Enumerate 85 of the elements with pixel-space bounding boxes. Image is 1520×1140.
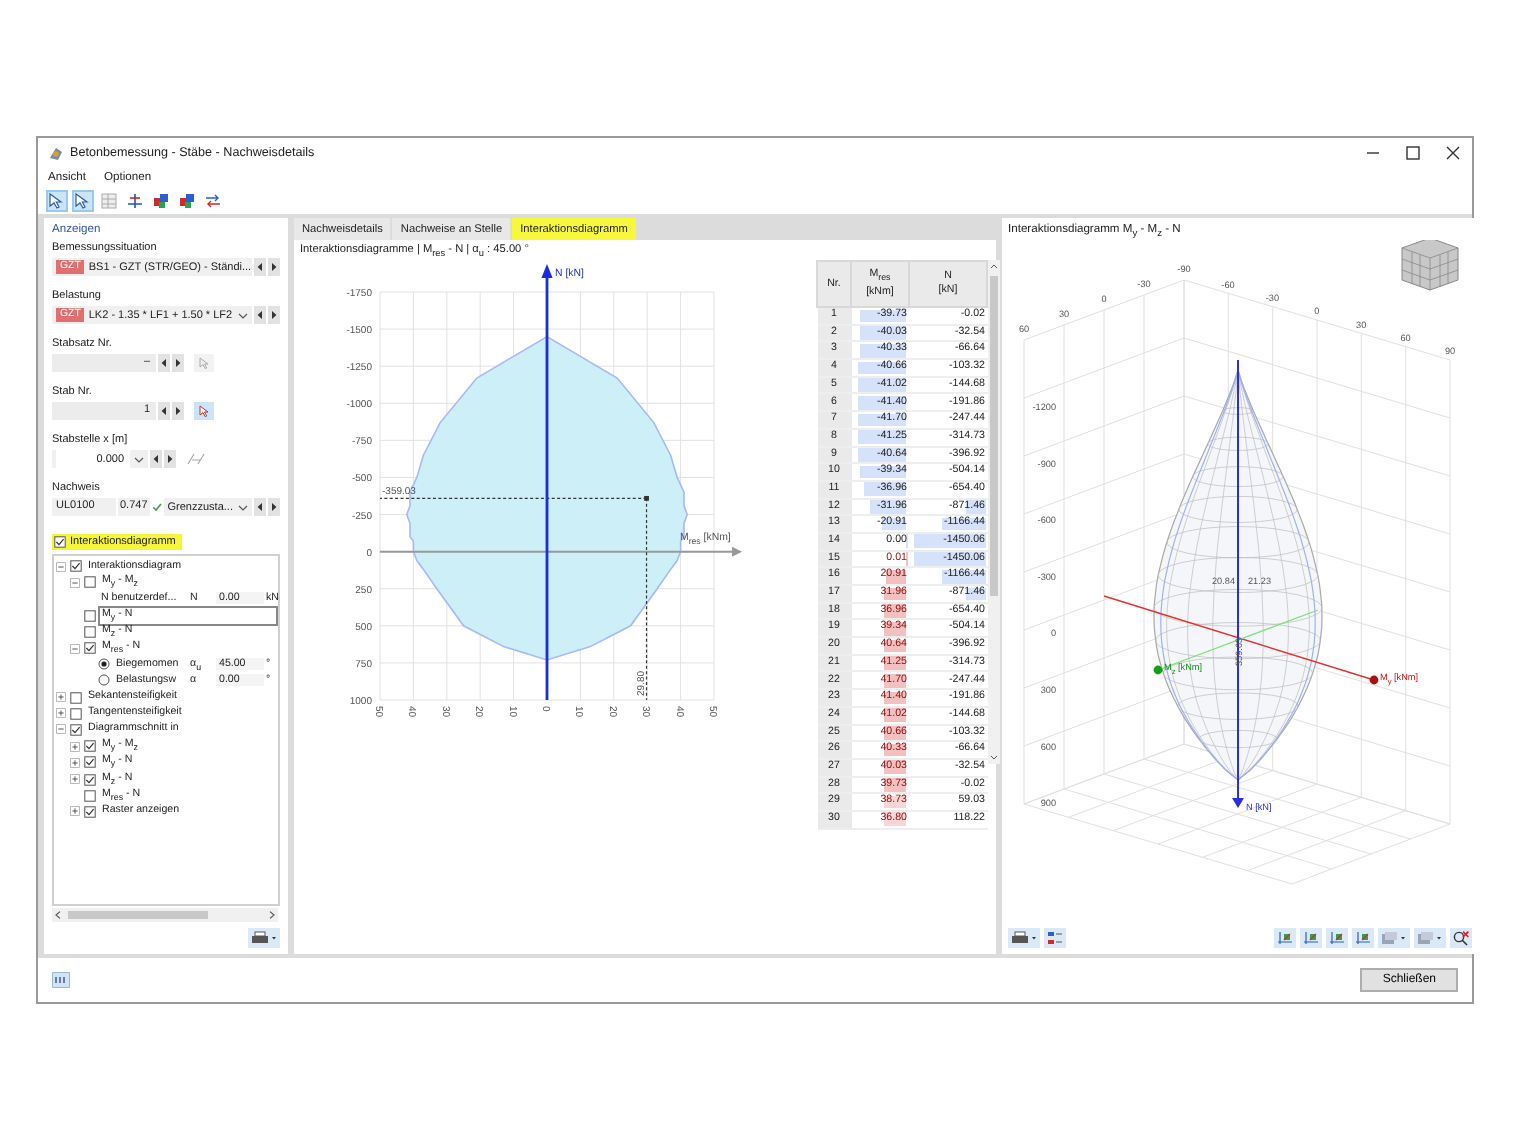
printer-icon [1010,930,1038,946]
checkbox[interactable] [54,536,66,548]
toolbar-button[interactable] [202,189,224,211]
toolbar-button[interactable] [1450,928,1472,948]
expand-icon[interactable] [56,708,66,719]
toolbar-button[interactable] [150,189,172,211]
checkbox[interactable] [69,560,81,573]
layers-icon [1380,930,1408,946]
print-button[interactable] [1008,928,1040,948]
triangle-left-icon [256,262,264,272]
triangle-right-icon [270,310,278,320]
chevron-down-icon [238,503,248,511]
previous-button[interactable] [158,354,170,372]
triangle-left-icon [256,310,264,320]
view-cube-icon[interactable] [1401,240,1459,291]
next-button[interactable] [172,402,184,420]
close-icon[interactable] [1444,144,1462,162]
toolbar-button[interactable] [72,189,94,211]
triangle-left-icon [160,358,168,368]
expand-icon[interactable] [70,806,80,817]
next-button[interactable] [172,354,184,372]
checkbox[interactable] [83,609,95,622]
pick-button[interactable] [194,402,214,420]
search-cancel-icon [1452,930,1470,946]
checkbox[interactable] [83,805,95,818]
next-button[interactable] [268,498,280,516]
swap-icon [204,191,222,209]
chevron-down-icon [134,455,144,463]
next-button[interactable] [268,306,280,324]
layers-icon [1416,930,1444,946]
previous-button[interactable] [158,402,170,420]
decimal-icon[interactable] [52,972,70,988]
toolbar-button[interactable] [1044,928,1066,948]
view-direction-icon [1328,930,1346,946]
checkbox[interactable] [83,773,95,786]
app-icon [48,145,64,161]
checkmark-icon [151,502,162,512]
triangle-left-icon [152,454,160,464]
relative-length-icon [186,452,206,466]
checkbox[interactable] [83,625,95,638]
previous-button[interactable] [254,258,266,276]
triangle-right-icon [270,502,278,512]
next-button[interactable] [268,258,280,276]
cursor-icon [197,356,211,370]
legend-icon [1046,930,1064,946]
triangle-right-icon [166,454,174,464]
expand-icon[interactable] [70,741,80,752]
radio-button[interactable] [97,658,109,671]
view-direction-icon [1276,930,1294,946]
expand-icon[interactable] [56,692,66,703]
triangle-left-icon [256,502,264,512]
checkbox[interactable] [83,576,95,589]
horizontal-scrollbar[interactable] [52,908,278,922]
chevron-down-icon [238,311,248,319]
printer-icon [250,930,278,946]
checkbox[interactable] [69,723,81,736]
toolbar-button[interactable] [46,189,68,211]
triangle-right-icon [270,262,278,272]
table-icon [100,191,118,209]
triangle-right-icon [174,406,182,416]
checkbox[interactable] [83,756,95,769]
print-button[interactable] [248,928,280,948]
view-direction-icon [1302,930,1320,946]
next-button[interactable] [164,450,176,468]
checkbox[interactable] [83,789,95,802]
maximize-icon[interactable] [1404,144,1422,162]
design-point [644,495,649,501]
checkbox[interactable] [83,740,95,753]
checkbox[interactable] [69,707,81,720]
vertical-scrollbar[interactable] [988,260,1000,764]
previous-button[interactable] [254,498,266,516]
axes-icon [126,191,144,209]
previous-button[interactable] [150,450,162,468]
toolbar-button[interactable] [124,189,146,211]
checkbox[interactable] [69,691,81,704]
radio-button[interactable] [97,674,109,687]
triangle-right-icon [174,358,182,368]
toolbar-button[interactable] [176,189,198,211]
expand-icon[interactable] [70,774,80,785]
view-direction-icon [1354,930,1372,946]
previous-button[interactable] [254,306,266,324]
cursor-icon [197,404,211,418]
triangle-left-icon [160,406,168,416]
expand-icon[interactable] [70,757,80,768]
checkbox[interactable] [83,642,95,655]
